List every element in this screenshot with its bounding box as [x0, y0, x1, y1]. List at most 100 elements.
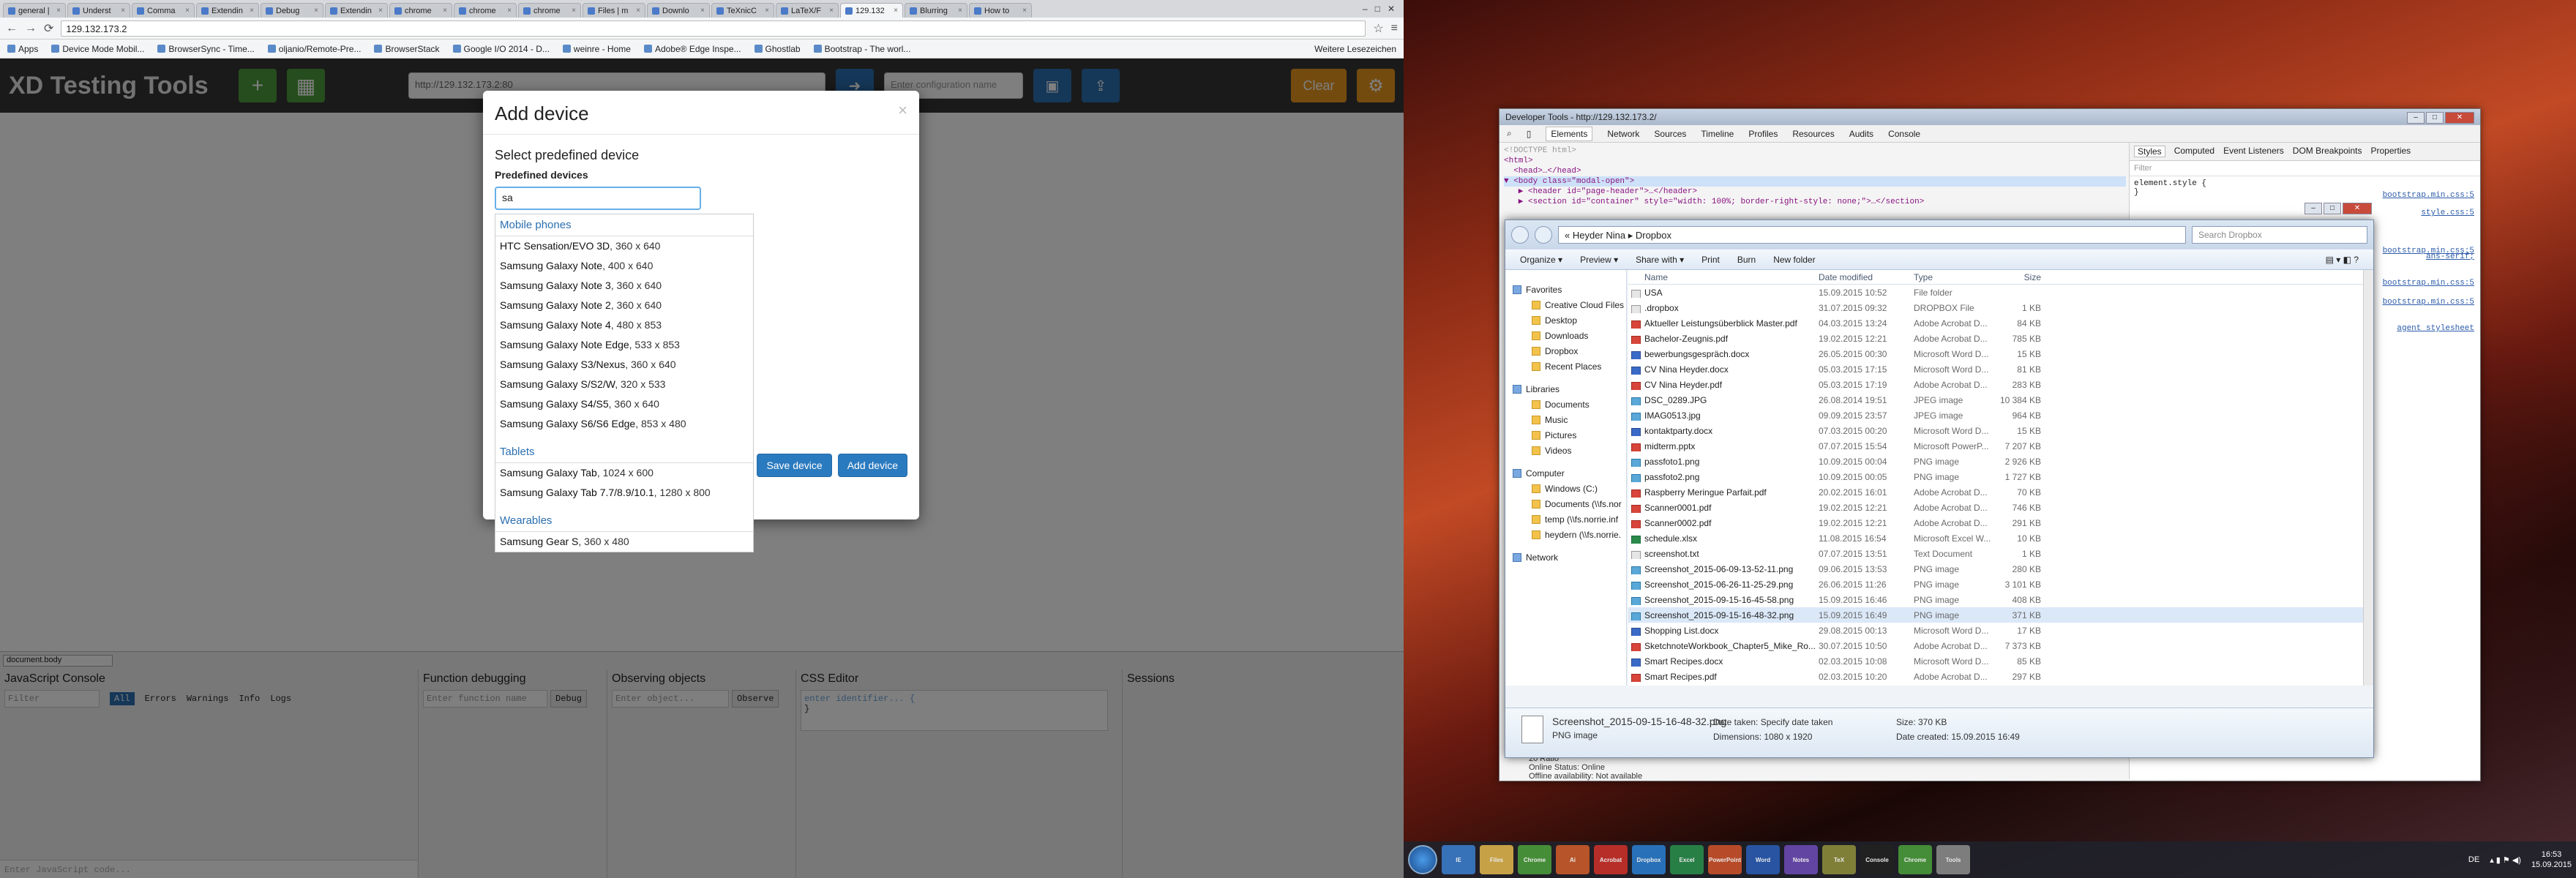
star-icon[interactable]: ☆	[1373, 21, 1383, 36]
bookmark[interactable]: Device Mode Mobil...	[51, 44, 144, 54]
browser-tab[interactable]: chrome ×	[389, 3, 452, 18]
file-row[interactable]: Raspberry Meringue Parfait.pdf 20.02.2015…	[1628, 484, 2363, 500]
nav-item[interactable]: Documents (\\fs.nor	[1505, 496, 1626, 511]
browser-tab[interactable]: Comma ×	[132, 3, 195, 18]
tray-icons[interactable]: ▴ ▮ ⚑ ◀)	[2490, 855, 2521, 865]
taskbar-app[interactable]: Excel	[1670, 845, 1704, 874]
dropdown-option[interactable]: Samsung Galaxy S/S2/W, 320 x 533	[495, 375, 753, 394]
styles-tab[interactable]: Computed	[2174, 146, 2214, 157]
devtools-tab-sources[interactable]: Sources	[1654, 129, 1686, 139]
nav-item[interactable]: Creative Cloud Files	[1505, 297, 1626, 312]
css-source-link[interactable]: agent stylesheet	[2397, 324, 2474, 333]
explorer-forward-button[interactable]	[1535, 226, 1552, 244]
browser-tab[interactable]: chrome ×	[454, 3, 517, 18]
url-field[interactable]: 129.132.173.2	[61, 20, 1366, 37]
close-tab-icon[interactable]: ×	[56, 7, 61, 15]
code-line[interactable]: ▶ <section id="container" style="width: …	[1504, 197, 2126, 207]
file-row[interactable]: Scanner0001.pdf 19.02.2015 12:21 Adobe Acr…	[1628, 500, 2363, 515]
taskbar-app[interactable]: Ai	[1556, 845, 1590, 874]
close-window-button[interactable]: ✕	[2445, 112, 2474, 124]
close-icon[interactable]: ×	[898, 101, 907, 120]
code-line[interactable]: <!DOCTYPE html>	[1504, 146, 2126, 156]
code-line[interactable]: <head>…</head>	[1504, 166, 2126, 176]
dropdown-option[interactable]: Samsung Galaxy S6/S6 Edge, 853 x 480	[495, 414, 753, 434]
dropdown-option[interactable]: Samsung Galaxy Note Edge, 533 x 853	[495, 335, 753, 355]
browser-tab[interactable]: Underst ×	[67, 3, 130, 18]
col-name[interactable]: Name	[1628, 272, 1819, 282]
add-device-confirm-button[interactable]: Add device	[837, 454, 907, 477]
col-type[interactable]: Type	[1914, 272, 1997, 282]
code-line[interactable]: <html>	[1504, 156, 2126, 166]
dropdown-option[interactable]: HTC Sensation/EVO 3D, 360 x 640	[495, 236, 753, 256]
explorer-path[interactable]: « Heyder Nina ▸ Dropbox	[1558, 226, 2186, 244]
file-row[interactable]: Aktueller Leistungsüberblick Master.pdf 0…	[1628, 315, 2363, 331]
nav-item[interactable]: Libraries	[1505, 381, 1626, 397]
css-source-link[interactable]: bootstrap.min.css:5	[2383, 191, 2474, 200]
browser-tab[interactable]: How to ×	[969, 3, 1032, 18]
other-bookmarks[interactable]: Weitere Lesezeichen	[1314, 44, 1396, 54]
toolbar-item[interactable]: Print	[1701, 255, 1720, 265]
view-options-icon[interactable]: ▤ ▾ ◧ ?	[2326, 255, 2359, 265]
file-row[interactable]: bewerbungsgespräch.docx 26.05.2015 00:30 M…	[1628, 346, 2363, 361]
css-source-link[interactable]: style.css:5	[2421, 209, 2474, 217]
close-icon[interactable]: ✕	[1388, 4, 1395, 14]
browser-tab[interactable]: Extendin ×	[325, 3, 388, 18]
file-row[interactable]: Scanner0002.pdf 19.02.2015 12:21 Adobe Acr…	[1628, 515, 2363, 530]
close-tab-icon[interactable]: ×	[121, 7, 125, 15]
start-button[interactable]	[1408, 845, 1437, 874]
css-source-link[interactable]: ans-serif;	[2426, 252, 2474, 261]
minimize-button[interactable]: –	[2407, 112, 2425, 124]
dropdown-option[interactable]: Samsung Galaxy Note 4, 480 x 853	[495, 315, 753, 335]
file-row[interactable]: Screenshot_2015-06-09-13-52-11.png 09.06.…	[1628, 561, 2363, 577]
device-icon[interactable]: ▯	[1527, 129, 1532, 139]
close-tab-icon[interactable]: ×	[443, 7, 447, 15]
styles-filter[interactable]: Filter	[2130, 161, 2480, 176]
browser-tab[interactable]: Files | m ×	[583, 3, 645, 18]
code-line[interactable]: ▼ <body class="modal-open">	[1504, 176, 2126, 187]
bookmark[interactable]: Bootstrap - The worl...	[813, 44, 910, 54]
nav-item[interactable]: Music	[1505, 412, 1626, 427]
close-tab-icon[interactable]: ×	[250, 7, 254, 15]
explorer-back-button[interactable]	[1511, 226, 1529, 244]
toolbar-item[interactable]: New folder	[1773, 255, 1815, 265]
toolbar-item[interactable]: Preview ▾	[1580, 255, 1618, 265]
file-row[interactable]: USA 15.09.2015 10:52 File folder	[1628, 285, 2363, 300]
nav-item[interactable]: Recent Places	[1505, 359, 1626, 374]
file-row[interactable]: CV Nina Heyder.docx 05.03.2015 17:15 Micro…	[1628, 361, 2363, 377]
close-tab-icon[interactable]: ×	[829, 7, 834, 15]
nav-item[interactable]: Windows (C:)	[1505, 481, 1626, 496]
dropdown-option[interactable]: Samsung Galaxy Note 2, 360 x 640	[495, 296, 753, 315]
code-line[interactable]: ▶ <header id="page-header">…</header>	[1504, 187, 2126, 197]
close-tab-icon[interactable]: ×	[636, 7, 640, 15]
taskbar-app[interactable]: PowerPoint	[1708, 845, 1742, 874]
file-row[interactable]: Screenshot_2015-06-26-11-25-29.png 26.06.…	[1628, 577, 2363, 592]
nav-item[interactable]: heydern (\\fs.norrie.	[1505, 527, 1626, 542]
browser-tab[interactable]: 129.132 ×	[840, 3, 903, 18]
close-tab-icon[interactable]: ×	[314, 7, 318, 15]
nav-item[interactable]: Desktop	[1505, 312, 1626, 328]
inspect-icon[interactable]: ⌕	[1507, 128, 1512, 139]
devtools-tab-timeline[interactable]: Timeline	[1701, 129, 1734, 139]
file-row[interactable]: Screenshot_2015-09-15-16-48-32.png 15.09.…	[1628, 607, 2363, 623]
bookmark[interactable]: oljanio/Remote-Pre...	[267, 44, 361, 54]
maximize-icon[interactable]: □	[1375, 4, 1380, 14]
dropdown-option[interactable]: Samsung Galaxy S4/S5, 360 x 640	[495, 394, 753, 414]
taskbar-app[interactable]: Chrome	[1518, 845, 1551, 874]
browser-tab[interactable]: Downlo ×	[647, 3, 710, 18]
browser-tab[interactable]: general | ×	[3, 3, 66, 18]
devtools-tab-network[interactable]: Network	[1607, 129, 1639, 139]
taskbar-app[interactable]: Chrome	[1898, 845, 1932, 874]
browser-tab[interactable]: LaTeX/F ×	[776, 3, 839, 18]
taskbar-app[interactable]: Word	[1746, 845, 1780, 874]
nav-item[interactable]: Dropbox	[1505, 343, 1626, 359]
bookmark[interactable]: Adobe® Edge Inspe...	[643, 44, 741, 54]
file-row[interactable]: CV Nina Heyder.pdf 05.03.2015 17:19 Adobe …	[1628, 377, 2363, 392]
nav-item[interactable]: Computer	[1505, 465, 1626, 481]
file-row[interactable]: midterm.pptx 07.07.2015 15:54 Microsoft Po…	[1628, 438, 2363, 454]
file-row[interactable]: schedule.xlsx 11.08.2015 16:54 Microsoft E…	[1628, 530, 2363, 546]
close-tab-icon[interactable]: ×	[1022, 7, 1027, 15]
browser-tab[interactable]: TeXnicC ×	[711, 3, 774, 18]
reload-icon[interactable]: ⟳	[44, 21, 53, 36]
taskbar-app[interactable]: Tools	[1936, 845, 1970, 874]
close-tab-icon[interactable]: ×	[894, 7, 898, 15]
